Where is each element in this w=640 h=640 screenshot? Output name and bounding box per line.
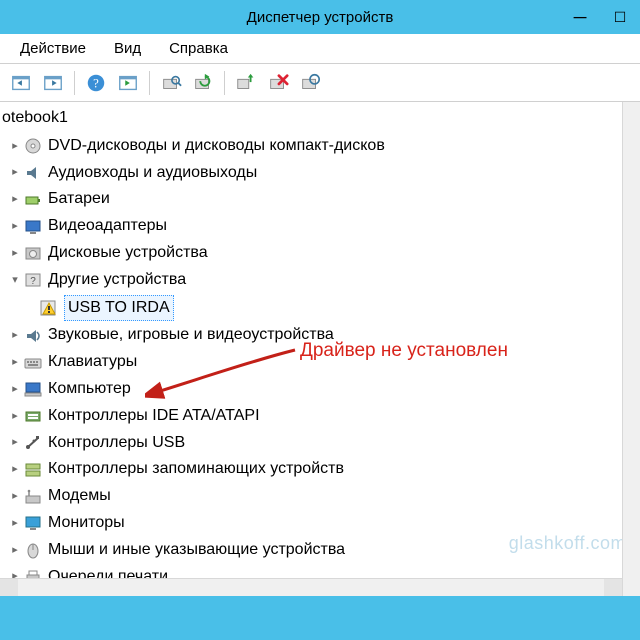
tree-child-label: USB TO IRDA	[64, 295, 174, 322]
menu-view[interactable]: Вид	[100, 36, 155, 61]
expand-closed-icon[interactable]: ▸	[8, 436, 22, 450]
uninstall-button[interactable]	[231, 68, 261, 98]
tree-root[interactable]: otebook1	[0, 106, 640, 131]
modem-icon	[24, 488, 42, 506]
tree-child-node[interactable]: USB TO IRDA	[0, 294, 640, 323]
disk-icon	[24, 244, 42, 262]
disc-icon	[24, 137, 42, 155]
update-icon	[192, 72, 214, 94]
usb-icon	[24, 434, 42, 452]
window-border-bottom	[0, 596, 640, 640]
ide-icon	[24, 407, 42, 425]
battery-icon	[24, 191, 42, 209]
scan-hardware-button[interactable]	[156, 68, 186, 98]
tree-node[interactable]: ▸ Компьютер	[0, 376, 640, 403]
window-left-icon	[10, 72, 32, 94]
window-right-icon	[42, 72, 64, 94]
expand-closed-icon[interactable]: ▸	[8, 543, 22, 557]
console-back-button[interactable]	[6, 68, 36, 98]
computer-icon	[24, 380, 42, 398]
expand-closed-icon[interactable]: ▸	[8, 382, 22, 396]
tree-node-label: Контроллеры запоминающих устройств	[48, 457, 344, 482]
tree-node[interactable]: ▸ Батареи	[0, 186, 640, 213]
expand-closed-icon[interactable]: ▸	[8, 139, 22, 153]
tree-node-label: Аудиовходы и аудиовыходы	[48, 161, 257, 186]
expand-closed-icon[interactable]: ▸	[8, 356, 22, 370]
uninstall-icon	[235, 72, 257, 94]
storage-icon	[24, 461, 42, 479]
tree-node-label: Мониторы	[48, 511, 125, 536]
tree-node-label: Звуковые, игровые и видеоустройства	[48, 323, 334, 348]
tree-node-label: Мыши и иные указывающие устройства	[48, 538, 345, 563]
menu-help[interactable]: Справка	[155, 36, 242, 61]
keyboard-icon	[24, 354, 42, 372]
tree-node[interactable]: ▸ DVD-дисководы и дисководы компакт-диско…	[0, 133, 640, 160]
content-area: otebook1 ▸ DVD-дисководы и дисководы комп…	[0, 102, 640, 640]
help-button[interactable]: ?	[81, 68, 111, 98]
tree-node[interactable]: ▸ Контроллеры запоминающих устройств	[0, 456, 640, 483]
audio2-icon	[24, 327, 42, 345]
mouse-icon	[24, 541, 42, 559]
scan-icon	[160, 72, 182, 94]
vertical-scrollbar[interactable]	[622, 102, 640, 596]
disable-button[interactable]	[263, 68, 293, 98]
expand-closed-icon[interactable]: ▸	[8, 193, 22, 207]
horizontal-scrollbar[interactable]	[0, 578, 622, 596]
expand-closed-icon[interactable]: ▸	[8, 463, 22, 477]
display-icon	[24, 218, 42, 236]
expand-closed-icon[interactable]: ▸	[8, 490, 22, 504]
titlebar[interactable]: Диспетчер устройств ─ ☐	[0, 0, 640, 34]
tree-node-label: DVD-дисководы и дисководы компакт-дисков	[48, 134, 385, 159]
show-hidden-button[interactable]	[113, 68, 143, 98]
tree-node-label: Дисковые устройства	[48, 241, 208, 266]
tree-node[interactable]: ▸ Аудиовходы и аудиовыходы	[0, 160, 640, 187]
tree-node-label: Контроллеры USB	[48, 431, 185, 456]
toolbar-separator	[224, 71, 225, 95]
tree-node[interactable]: ▸ Контроллеры IDE ATA/ATAPI	[0, 403, 640, 430]
expand-closed-icon[interactable]: ▸	[8, 220, 22, 234]
tree-node[interactable]: ▸ Модемы	[0, 483, 640, 510]
tree-node-label: Контроллеры IDE ATA/ATAPI	[48, 404, 260, 429]
audio-icon	[24, 164, 42, 182]
window-title: Диспетчер устройств	[0, 9, 640, 26]
expand-closed-icon[interactable]: ▸	[8, 516, 22, 530]
toolbar-separator	[149, 71, 150, 95]
tree-node-label: Другие устройства	[48, 268, 186, 293]
update-driver-button[interactable]	[188, 68, 218, 98]
tree-node-label: Видеоадаптеры	[48, 214, 167, 239]
properties-button[interactable]	[295, 68, 325, 98]
tree-node[interactable]: ▸ Контроллеры USB	[0, 430, 640, 457]
expand-open-icon[interactable]: ▾	[8, 273, 22, 287]
device-manager-window: Диспетчер устройств ─ ☐ Действие Вид Спр…	[0, 0, 640, 640]
expand-closed-icon[interactable]: ▸	[8, 246, 22, 260]
tree-node[interactable]: ▸ Дисковые устройства	[0, 240, 640, 267]
toolbar-separator	[74, 71, 75, 95]
tree-node-label: Клавиатуры	[48, 350, 137, 375]
monitor-icon	[24, 514, 42, 532]
annotation-label: Драйвер не установлен	[300, 340, 508, 362]
expand-closed-icon[interactable]: ▸	[8, 409, 22, 423]
menubar: Действие Вид Справка	[0, 34, 640, 64]
svg-text:?: ?	[93, 76, 99, 90]
tree-node-label: Компьютер	[48, 377, 131, 402]
toolbar: ?	[0, 64, 640, 102]
watermark: glashkoff.com	[509, 533, 626, 554]
expand-closed-icon[interactable]: ▸	[8, 329, 22, 343]
properties-icon	[299, 72, 321, 94]
unknown-icon: ?	[24, 271, 42, 289]
panel-icon	[117, 72, 139, 94]
tree-node[interactable]: ▸ Видеоадаптеры	[0, 213, 640, 240]
svg-text:?: ?	[30, 276, 36, 287]
disable-icon	[267, 72, 289, 94]
warning-icon	[40, 299, 58, 317]
tree-node-label: Батареи	[48, 187, 110, 212]
help-icon: ?	[85, 72, 107, 94]
tree-node-label: Модемы	[48, 484, 111, 509]
console-forward-button[interactable]	[38, 68, 68, 98]
menu-action[interactable]: Действие	[6, 36, 100, 61]
tree-node[interactable]: ▾? Другие устройства	[0, 267, 640, 294]
expand-closed-icon[interactable]: ▸	[8, 166, 22, 180]
